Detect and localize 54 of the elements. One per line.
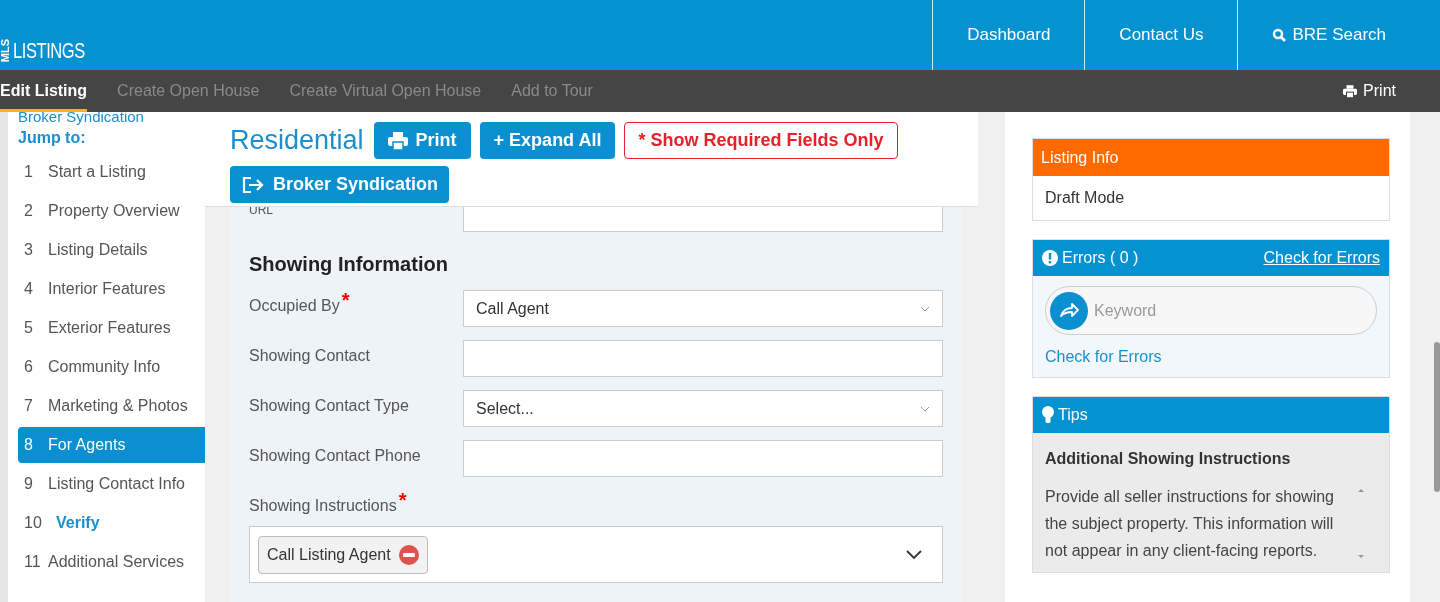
chevron-down-icon	[920, 305, 930, 312]
chevron-down-icon	[920, 405, 930, 412]
required-asterisk: *	[341, 290, 350, 310]
tip-text: Provide all seller instructions for showing the subject property. This information will not appear in any client-facing reports.	[1045, 487, 1335, 561]
field-label: Showing Contact	[249, 346, 370, 366]
syndication-button[interactable]: Broker Syndication	[230, 166, 450, 203]
page-scrollbar[interactable]	[1434, 342, 1440, 492]
print-link[interactable]: Print	[1343, 70, 1396, 112]
text-field[interactable]	[463, 440, 943, 477]
share-icon[interactable]	[1050, 291, 1088, 330]
sidebar-link[interactable]: Broker Syndication	[18, 112, 205, 124]
sidebar-item[interactable]: 5 Exterior Features	[18, 310, 205, 346]
sidebar-item[interactable]: 1 Start a Listing	[18, 154, 205, 190]
printer-icon	[1343, 84, 1358, 98]
sidebar-item[interactable]: 2 Property Overview	[18, 193, 205, 229]
url-field[interactable]	[463, 207, 943, 232]
lightbulb-icon	[1042, 406, 1054, 424]
required-asterisk: *	[398, 490, 407, 510]
tips-title: Tips	[1058, 405, 1088, 425]
tag-chip[interactable]: Call Listing Agent	[258, 535, 428, 574]
tip-heading: Additional Showing Instructions	[1045, 449, 1292, 469]
sidebar-heading: Jump to:	[18, 128, 87, 148]
card-header: Listing Info	[1033, 139, 1389, 176]
printer-icon	[387, 131, 408, 150]
field-label: Showing Contact Phone	[249, 446, 421, 466]
keyword-input[interactable]: Keyword	[1094, 298, 1301, 323]
sidebar-item[interactable]: 6 Community Info	[18, 349, 205, 385]
sidebar-item[interactable]: 9 Listing Contact Info	[18, 466, 205, 502]
select-field[interactable]: Call Agent	[463, 290, 943, 327]
sidebar-item[interactable]: 11 Additional Services	[18, 544, 205, 580]
search-icon	[1272, 28, 1287, 42]
toolbar-button[interactable]: + Expand All	[479, 122, 616, 159]
keyword-field[interactable]: Keyword	[1045, 286, 1377, 335]
listing-status: Draft Mode	[1044, 188, 1126, 208]
sidebar-item[interactable]: 3 Listing Details	[18, 232, 205, 268]
field-label: Showing Instructions	[249, 496, 397, 516]
select-field[interactable]: Select...	[463, 390, 943, 427]
alert-icon	[1042, 250, 1058, 266]
field-label: Showing Contact Type	[249, 396, 409, 416]
sidebar-item[interactable]: 4 Interior Features	[18, 271, 205, 307]
toolbar-button[interactable]: Print	[373, 122, 471, 159]
remove-icon[interactable]	[398, 544, 419, 565]
tags-field[interactable]: Call Listing Agent	[249, 526, 943, 583]
chevron-down-icon	[906, 549, 922, 560]
sidebar-item[interactable]: 10 Verify	[18, 505, 205, 541]
exit-icon	[241, 175, 265, 194]
section-title: Showing Information	[249, 252, 449, 277]
errors-title: Errors ( 0 )	[1062, 248, 1139, 268]
page-title: Residential	[230, 127, 364, 154]
toolbar-button[interactable]: * Show Required Fields Only	[624, 122, 898, 159]
sidebar-item[interactable]: 7 Marketing & Photos	[18, 388, 205, 424]
field-label: Occupied By	[249, 296, 340, 316]
text-field[interactable]	[463, 340, 943, 377]
sidebar-item[interactable]: 8 For Agents	[18, 427, 205, 463]
